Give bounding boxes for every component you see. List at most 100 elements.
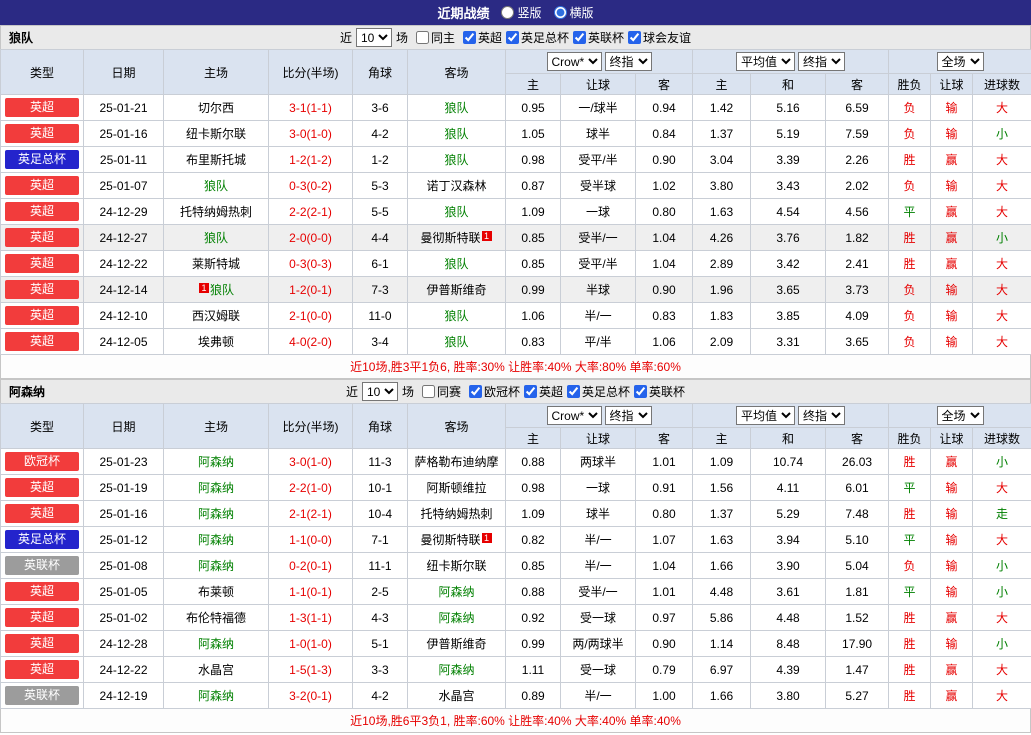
layout-horizontal-option[interactable]: 横版 bbox=[553, 4, 594, 21]
away-team-cell[interactable]: 狼队 bbox=[407, 328, 506, 355]
match-count-select[interactable]: 10 bbox=[361, 382, 398, 401]
team-name-text[interactable]: 阿森纳 bbox=[198, 689, 234, 703]
team-name-text[interactable]: 托特纳姆热刺 bbox=[420, 507, 492, 521]
away-team-cell[interactable]: 水晶宫 bbox=[407, 682, 506, 709]
away-team-cell[interactable]: 伊普斯维奇 bbox=[407, 630, 506, 657]
team-name-text[interactable]: 纽卡斯尔联 bbox=[426, 559, 486, 573]
team-name-text[interactable]: 阿森纳 bbox=[438, 611, 474, 625]
team-name-text[interactable]: 阿斯顿维拉 bbox=[426, 481, 486, 495]
home-team-cell[interactable]: 水晶宫 bbox=[163, 656, 269, 683]
home-team-cell[interactable]: 切尔西 bbox=[163, 94, 269, 121]
same-checkbox[interactable] bbox=[415, 31, 429, 44]
team-name-text[interactable]: 阿森纳 bbox=[198, 481, 234, 495]
away-team-cell[interactable]: 狼队 bbox=[407, 198, 506, 225]
team-name-text[interactable]: 狼队 bbox=[444, 257, 468, 271]
same-checkbox[interactable] bbox=[421, 385, 435, 398]
away-team-cell[interactable]: 阿斯顿维拉 bbox=[407, 474, 506, 501]
league-filter[interactable]: 英联杯 bbox=[569, 29, 624, 46]
league-filter[interactable]: 英超 bbox=[459, 29, 502, 46]
home-team-cell[interactable]: 狼队 bbox=[163, 172, 269, 199]
home-team-cell[interactable]: 阿森纳 bbox=[163, 500, 269, 527]
team-name-text[interactable]: 萨格勒布迪纳摩 bbox=[414, 455, 498, 469]
team-name-text[interactable]: 伊普斯维奇 bbox=[426, 637, 486, 651]
team-name-text[interactable]: 狼队 bbox=[204, 231, 228, 245]
final-odds-select[interactable]: 终指 bbox=[604, 406, 652, 425]
home-team-cell[interactable]: 纽卡斯尔联 bbox=[163, 120, 269, 147]
team-name-text[interactable]: 狼队 bbox=[444, 153, 468, 167]
league-checkbox[interactable] bbox=[462, 30, 476, 44]
team-name-text[interactable]: 狼队 bbox=[444, 309, 468, 323]
team-name-text[interactable]: 切尔西 bbox=[198, 101, 234, 115]
home-team-cell[interactable]: 1 狼队 bbox=[163, 276, 269, 303]
team-name-text[interactable]: 狼队 bbox=[444, 101, 468, 115]
team-name-text[interactable]: 纽卡斯尔联 bbox=[186, 127, 246, 141]
league-filter[interactable]: 英足总杯 bbox=[502, 29, 569, 46]
home-team-cell[interactable]: 埃弗顿 bbox=[163, 328, 269, 355]
home-team-cell[interactable]: 阿森纳 bbox=[163, 474, 269, 501]
team-name-text[interactable]: 水晶宫 bbox=[438, 689, 474, 703]
team-name-text[interactable]: 埃弗顿 bbox=[198, 335, 234, 349]
home-team-cell[interactable]: 阿森纳 bbox=[163, 552, 269, 579]
team-name-text[interactable]: 狼队 bbox=[204, 179, 228, 193]
away-team-cell[interactable]: 狼队 bbox=[407, 94, 506, 121]
away-team-cell[interactable]: 阿森纳 bbox=[407, 656, 506, 683]
home-team-cell[interactable]: 阿森纳 bbox=[163, 448, 269, 475]
same-filter[interactable]: 同赛 bbox=[418, 383, 461, 400]
league-checkbox[interactable] bbox=[468, 384, 482, 398]
home-team-cell[interactable]: 托特纳姆热刺 bbox=[163, 198, 269, 225]
odds-source-select[interactable]: Crow* bbox=[546, 406, 602, 425]
team-name-text[interactable]: 曼彻斯特联 bbox=[420, 533, 480, 547]
team-name-text[interactable]: 西汉姆联 bbox=[192, 309, 240, 323]
team-name-text[interactable]: 狼队 bbox=[444, 335, 468, 349]
league-checkbox[interactable] bbox=[634, 384, 648, 398]
team-name-text[interactable]: 伊普斯维奇 bbox=[426, 283, 486, 297]
fulltime-select[interactable]: 全场 bbox=[936, 52, 984, 71]
layout-vertical-option[interactable]: 竖版 bbox=[501, 4, 542, 21]
team-name-text[interactable]: 托特纳姆热刺 bbox=[180, 205, 252, 219]
average-select[interactable]: 平均值 bbox=[736, 406, 796, 425]
away-team-cell[interactable]: 阿森纳 bbox=[407, 604, 506, 631]
home-team-cell[interactable]: 阿森纳 bbox=[163, 630, 269, 657]
away-team-cell[interactable]: 诺丁汉森林 bbox=[407, 172, 506, 199]
horizontal-radio[interactable] bbox=[553, 6, 567, 19]
home-team-cell[interactable]: 西汉姆联 bbox=[163, 302, 269, 329]
away-team-cell[interactable]: 曼彻斯特联 1 bbox=[407, 224, 506, 251]
away-team-cell[interactable]: 阿森纳 bbox=[407, 578, 506, 605]
away-team-cell[interactable]: 狼队 bbox=[407, 120, 506, 147]
league-filter[interactable]: 欧冠杯 bbox=[465, 383, 520, 400]
away-team-cell[interactable]: 伊普斯维奇 bbox=[407, 276, 506, 303]
league-filter[interactable]: 英超 bbox=[520, 383, 563, 400]
team-name-text[interactable]: 布里斯托城 bbox=[186, 153, 246, 167]
league-checkbox[interactable] bbox=[628, 30, 642, 44]
same-filter[interactable]: 同主 bbox=[412, 29, 455, 46]
team-name-text[interactable]: 阿森纳 bbox=[198, 507, 234, 521]
odds-source-select[interactable]: Crow* bbox=[546, 52, 602, 71]
home-team-cell[interactable]: 布里斯托城 bbox=[163, 146, 269, 173]
league-checkbox[interactable] bbox=[567, 384, 581, 398]
league-checkbox[interactable] bbox=[573, 30, 587, 44]
away-team-cell[interactable]: 狼队 bbox=[407, 302, 506, 329]
away-team-cell[interactable]: 纽卡斯尔联 bbox=[407, 552, 506, 579]
league-checkbox[interactable] bbox=[524, 384, 537, 398]
league-filter[interactable]: 英足总杯 bbox=[563, 383, 630, 400]
team-name-text[interactable]: 阿森纳 bbox=[198, 637, 234, 651]
away-team-cell[interactable]: 曼彻斯特联 1 bbox=[407, 526, 506, 553]
team-name-text[interactable]: 狼队 bbox=[444, 205, 468, 219]
away-team-cell[interactable]: 托特纳姆热刺 bbox=[407, 500, 506, 527]
team-name-text[interactable]: 阿森纳 bbox=[438, 663, 474, 677]
away-team-cell[interactable]: 狼队 bbox=[407, 250, 506, 277]
match-count-select[interactable]: 10 bbox=[355, 28, 392, 47]
team-name-text[interactable]: 布莱顿 bbox=[198, 585, 234, 599]
away-team-cell[interactable]: 狼队 bbox=[407, 146, 506, 173]
home-team-cell[interactable]: 阿森纳 bbox=[163, 682, 269, 709]
vertical-radio[interactable] bbox=[501, 6, 515, 19]
final-odds-select[interactable]: 终指 bbox=[604, 52, 652, 71]
team-name-text[interactable]: 阿森纳 bbox=[198, 455, 234, 469]
final-average-select[interactable]: 终指 bbox=[798, 406, 846, 425]
team-name-text[interactable]: 狼队 bbox=[444, 127, 468, 141]
team-name-text[interactable]: 布伦特福德 bbox=[186, 611, 246, 625]
team-name-text[interactable]: 莱斯特城 bbox=[192, 257, 240, 271]
average-select[interactable]: 平均值 bbox=[736, 52, 796, 71]
team-name-text[interactable]: 阿森纳 bbox=[438, 585, 474, 599]
away-team-cell[interactable]: 萨格勒布迪纳摩 bbox=[407, 448, 506, 475]
